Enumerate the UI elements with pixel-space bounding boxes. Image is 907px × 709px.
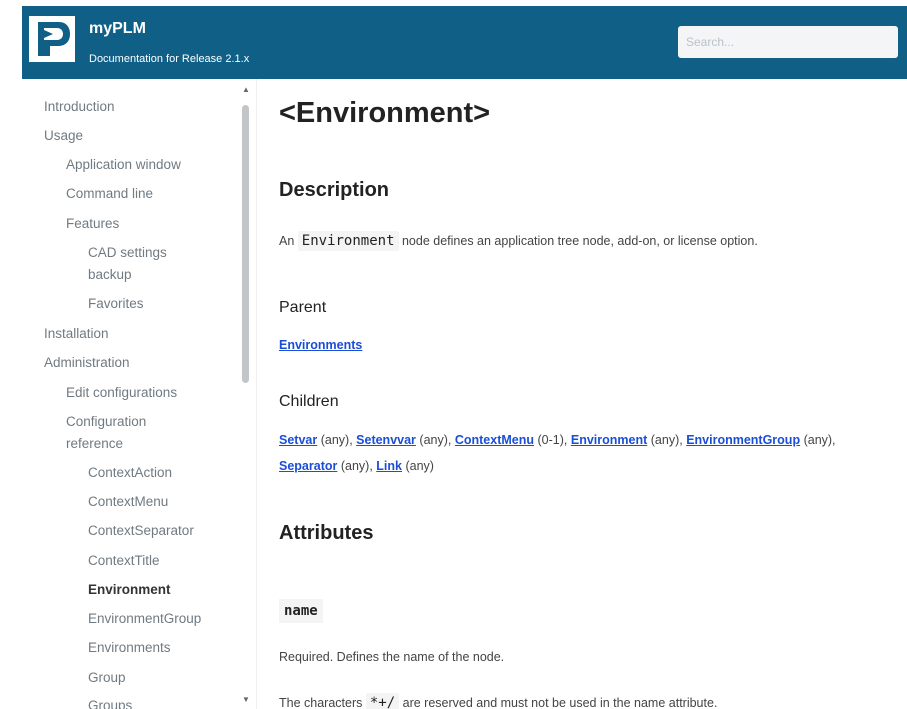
children-list: Setvar (any), Setenvvar (any), ContextMe… xyxy=(279,427,889,479)
sidebar-item-contextmenu[interactable]: ContextMenu xyxy=(88,491,168,513)
sidebar-item-cad-settings[interactable]: CAD settings xyxy=(88,242,167,264)
sidebar-item-favorites[interactable]: Favorites xyxy=(88,293,144,315)
child-count: (any), xyxy=(419,433,452,447)
child-link-contextmenu[interactable]: ContextMenu xyxy=(455,433,534,447)
sidebar-item-contexttitle[interactable]: ContextTitle xyxy=(88,550,160,572)
sidebar-item-introduction[interactable]: Introduction xyxy=(44,96,115,118)
scroll-down-arrow-icon[interactable]: ▼ xyxy=(241,695,251,704)
sidebar-item-application-window[interactable]: Application window xyxy=(66,154,181,176)
brand-title[interactable]: myPLM xyxy=(89,20,146,38)
attribute-required-text: Required. Defines the name of the node. xyxy=(279,650,505,664)
child-count: (any), xyxy=(803,433,836,447)
parent-heading: Parent xyxy=(279,299,327,316)
header-bar: myPLM Documentation for Release 2.1.x xyxy=(22,6,907,79)
reserved-prefix: The characters xyxy=(279,696,363,709)
docs-window: myPLM Documentation for Release 2.1.x In… xyxy=(22,6,907,709)
sidebar-item-environments[interactable]: Environments xyxy=(88,637,171,659)
child-count: (0-1), xyxy=(537,433,568,447)
attributes-heading: Attributes xyxy=(279,522,374,544)
scroll-up-arrow-icon[interactable]: ▲ xyxy=(241,85,251,94)
main-content: <Environment> Description An Environment… xyxy=(257,79,907,709)
sidebar-item-cad-settings-backup[interactable]: backup xyxy=(88,264,132,286)
search-input[interactable] xyxy=(678,26,898,58)
sidebar-item-contextseparator[interactable]: ContextSeparator xyxy=(88,520,194,542)
parent-link-environments[interactable]: Environments xyxy=(279,338,362,352)
reserved-characters-text: The characters *+/ are reserved and must… xyxy=(279,690,889,709)
sidebar-item-configuration-reference[interactable]: reference xyxy=(66,433,123,455)
child-count: (any), xyxy=(650,433,683,447)
environment-code: Environment xyxy=(297,231,399,251)
sidebar-item-group[interactable]: Group xyxy=(88,667,126,689)
description-prefix: An xyxy=(279,234,295,248)
children-heading: Children xyxy=(279,393,339,410)
description-heading: Description xyxy=(279,179,390,201)
child-count: (any), xyxy=(320,433,353,447)
sidebar-item-environment[interactable]: Environment xyxy=(88,579,171,601)
child-link-setvar[interactable]: Setvar xyxy=(279,433,317,447)
child-link-link[interactable]: Link xyxy=(376,459,402,473)
sidebar-item-contextaction[interactable]: ContextAction xyxy=(88,462,172,484)
sidebar-item-edit-configurations[interactable]: Edit configurations xyxy=(66,382,177,404)
child-count: (any), xyxy=(340,459,373,473)
child-link-separator[interactable]: Separator xyxy=(279,459,337,473)
sidebar-item-administration[interactable]: Administration xyxy=(44,352,130,374)
description-text: An Environment node defines an applicati… xyxy=(279,228,889,254)
sidebar-nav: Introduction Usage Application window Co… xyxy=(22,79,256,709)
sidebar-item-groups[interactable]: Groups xyxy=(88,695,132,709)
sidebar-scrollbar[interactable]: ▲ ▼ xyxy=(239,85,251,709)
attribute-name-code: name xyxy=(279,599,323,623)
sidebar-item-configuration[interactable]: Configuration xyxy=(66,411,146,433)
child-link-setenvvar[interactable]: Setenvvar xyxy=(356,433,416,447)
reserved-code: *+/ xyxy=(365,693,400,709)
sidebar-item-installation[interactable]: Installation xyxy=(44,323,109,345)
parent-text: Environments xyxy=(279,332,889,358)
child-link-environment[interactable]: Environment xyxy=(571,433,647,447)
child-link-environmentgroup[interactable]: EnvironmentGroup xyxy=(686,433,800,447)
scrollbar-thumb[interactable] xyxy=(242,105,249,383)
sidebar-item-environmentgroup[interactable]: EnvironmentGroup xyxy=(88,608,201,630)
logo-icon[interactable] xyxy=(29,16,75,62)
sidebar-item-command-line[interactable]: Command line xyxy=(66,183,153,205)
sidebar-item-features[interactable]: Features xyxy=(66,213,119,235)
child-count: (any) xyxy=(405,459,434,473)
page-title: <Environment> xyxy=(279,97,491,129)
description-suffix: node defines an application tree node, a… xyxy=(401,234,758,248)
reserved-suffix: are reserved and must not be used in the… xyxy=(402,696,718,709)
brand-subtitle: Documentation for Release 2.1.x xyxy=(89,53,250,65)
sidebar-item-usage[interactable]: Usage xyxy=(44,125,83,147)
